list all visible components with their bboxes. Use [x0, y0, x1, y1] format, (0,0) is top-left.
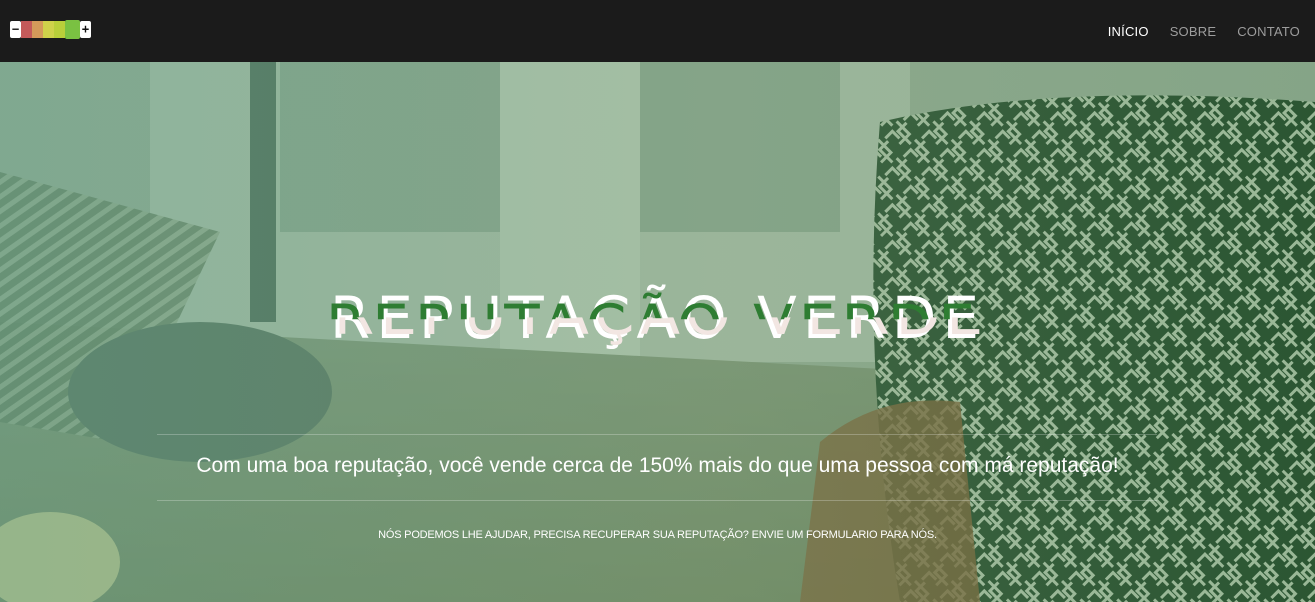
logo-segment-green [65, 20, 80, 39]
cta-prefix-text: NÓS PODEMOS LHE AJUDAR, PRECISA RECUPERA… [378, 529, 749, 541]
hero-cta: NÓS PODEMOS LHE AJUDAR, PRECISA RECUPERA… [0, 529, 1315, 541]
brand-logo[interactable]: − + [10, 20, 91, 39]
divider-top [157, 434, 1157, 435]
logo-segment-orange [32, 21, 43, 38]
nav-menu: INÍCIO SOBRE CONTATO [1108, 0, 1300, 62]
hero-subtitle: Com uma boa reputação, você vende cerca … [196, 454, 1119, 477]
nav-link-sobre[interactable]: SOBRE [1170, 24, 1217, 39]
logo-segment-yellow [43, 21, 54, 38]
logo-segment-red [21, 21, 32, 38]
divider-bottom [157, 500, 1157, 501]
nav-link-inicio[interactable]: INÍCIO [1108, 24, 1149, 39]
hero-section: REPUTAÇÃO VERDE REPUTAÇÃO VERDE REPUTAÇÃ… [0, 62, 1315, 602]
hero-title: REPUTAÇÃO VERDE REPUTAÇÃO VERDE REPUTAÇÃ… [0, 284, 1315, 352]
logo-minus-icon: − [10, 21, 21, 38]
logo-segment-lime [54, 21, 65, 38]
contact-form-link[interactable]: ENVIE UM FORMULARIO PARA NÓS. [752, 529, 938, 541]
logo-plus-icon: + [80, 21, 91, 38]
nav-link-contato[interactable]: CONTATO [1237, 24, 1300, 39]
top-navbar: − + INÍCIO SOBRE CONTATO [0, 0, 1315, 62]
